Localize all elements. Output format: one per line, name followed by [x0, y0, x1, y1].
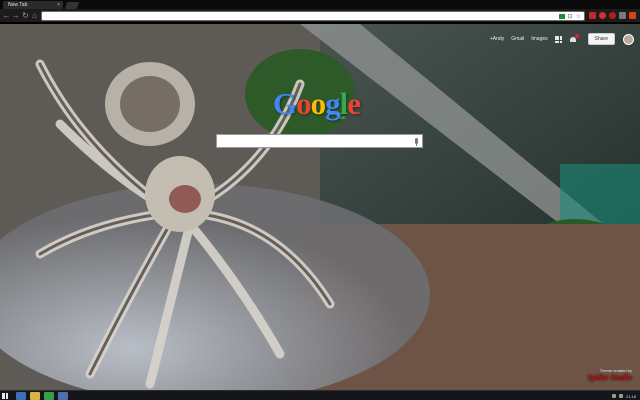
logo-letter: o [296, 86, 311, 121]
new-tab-button[interactable] [64, 2, 80, 9]
address-bar[interactable]: ⊡ ☆ [41, 11, 585, 21]
back-button[interactable]: ← [2, 11, 11, 20]
plus-profile-link[interactable]: +Andy [490, 36, 504, 42]
logo-letter: g [325, 86, 340, 121]
images-link[interactable]: Images [531, 36, 547, 42]
extension-icon-4[interactable] [619, 12, 626, 19]
browser-toolbar: ← → ↻ ⌂ ⊡ ☆ [0, 9, 640, 23]
logo-letter: e [347, 86, 361, 121]
home-button[interactable]: ⌂ [30, 11, 39, 20]
tarantula-background-image [0, 24, 640, 390]
tab-close-icon[interactable]: × [57, 1, 60, 9]
apps-grid-icon[interactable] [554, 35, 562, 43]
taskbar-app-explorer-icon[interactable] [30, 392, 40, 400]
avatar[interactable] [623, 33, 634, 45]
extension-icon-5[interactable] [629, 12, 636, 19]
translate-icon[interactable]: ⊡ [568, 13, 573, 20]
system-tray: 21:18 [611, 391, 636, 400]
flag-icon[interactable] [558, 13, 565, 19]
notifications-bell-icon[interactable] [569, 33, 579, 43]
logo-letter: o [310, 86, 326, 121]
start-button-icon[interactable] [2, 393, 8, 399]
taskbar-app-ie-icon[interactable] [16, 392, 26, 400]
logo-letter: G [273, 86, 297, 121]
microphone-icon[interactable] [415, 138, 418, 146]
forward-button[interactable]: → [11, 11, 20, 20]
share-button[interactable]: Share [587, 33, 615, 45]
new-tab-page: +Andy Gmail Images Share Google UK Theme… [0, 24, 640, 390]
network-icon[interactable] [611, 394, 616, 398]
ntp-top-bar: +Andy Gmail Images Share [490, 32, 640, 46]
logo-region-label: UK [340, 115, 346, 120]
theme-credit: Theme created by Spider Studio [587, 368, 632, 382]
windows-taskbar: 21:18 [0, 390, 640, 400]
volume-icon[interactable] [618, 394, 623, 398]
extension-icon-2[interactable] [599, 12, 606, 19]
taskbar-app-chrome-icon[interactable] [44, 392, 54, 400]
tab-title: New Tab [8, 2, 28, 8]
extension-icon-3[interactable] [609, 12, 616, 19]
tab-new-tab[interactable]: New Tab × [3, 1, 63, 9]
search-input[interactable] [216, 134, 423, 148]
theme-brand-logo[interactable]: Spider Studio [587, 373, 632, 382]
google-logo: Google [273, 84, 361, 124]
reload-button[interactable]: ↻ [21, 11, 30, 20]
taskbar-app-icon[interactable] [58, 392, 68, 400]
gmail-link[interactable]: Gmail [511, 36, 524, 42]
extension-icon-1[interactable] [589, 12, 596, 19]
bookmark-star-icon[interactable]: ☆ [576, 13, 581, 20]
tab-strip: New Tab × [0, 0, 640, 9]
clock[interactable]: 21:18 [626, 394, 636, 399]
